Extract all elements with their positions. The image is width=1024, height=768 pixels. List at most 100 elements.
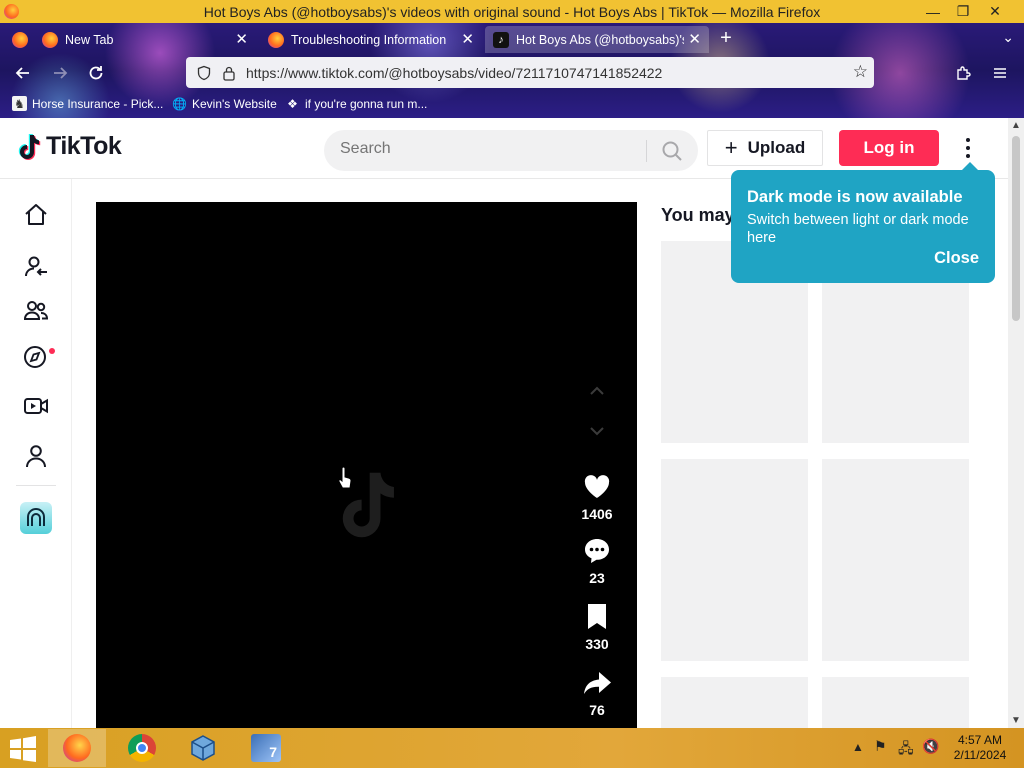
upload-label: Upload [747,138,806,157]
tray-chevron-up-icon[interactable]: ▲ [852,740,864,754]
popover-description: Switch between light or dark mode here [747,212,969,246]
hand-cursor-icon [338,466,352,489]
puzzle-icon [957,66,971,80]
bookmark-horse-insurance[interactable]: ♞ Horse Insurance - Pick... [12,96,163,111]
close-tab-icon[interactable]: ✕ [688,30,701,48]
profile-icon[interactable] [22,442,50,470]
upload-button[interactable]: + Upload [707,130,823,166]
scroll-down-icon[interactable]: ▼ [1011,715,1021,726]
taskbar-clock[interactable]: 4:57 AM 2/11/2024 [948,733,1012,763]
tray-network-icon[interactable]: 🖧 [898,738,914,762]
firefox-view-button[interactable] [4,26,32,53]
navigation-toolbar: https://www.tiktok.com/@hotboysabs/video… [0,55,1024,91]
taskbar-chrome[interactable] [113,729,171,767]
recommended-video-thumbnail[interactable] [822,459,969,661]
firefox-icon [42,31,58,48]
windows7-app-icon: 7 [251,734,281,762]
comment-count: 23 [589,570,605,586]
search-input[interactable] [340,140,640,158]
taskbar-firefox[interactable] [48,729,106,767]
app-menu-button[interactable] [986,59,1014,87]
window-titlebar: Hot Boys Abs (@hotboysabs)'s videos with… [0,0,1024,23]
address-bar[interactable]: https://www.tiktok.com/@hotboysabs/video… [186,57,874,88]
firefox-icon [12,31,28,48]
video-player[interactable]: 1406 23 330 76 [96,202,637,728]
page-scrollbar[interactable]: ▲ ▼ [1008,118,1024,728]
tab-tiktok[interactable]: ♪ Hot Boys Abs (@hotboysabs)'s ✕ [485,26,709,53]
reload-icon [89,66,103,80]
tab-label: Troubleshooting Information [291,32,447,47]
save-count: 330 [585,636,609,652]
share-arrow-icon [584,672,611,694]
taskbar-virtualbox[interactable] [174,729,232,767]
forward-arrow-icon [54,67,68,79]
recommendations-heading: You may [661,205,735,225]
like-action[interactable]: 1406 [574,472,620,522]
close-tab-icon[interactable]: ✕ [461,30,474,48]
list-all-tabs-icon[interactable]: ⌄ [1002,29,1014,46]
tray-volume-muted-icon[interactable]: 🔇 [922,738,939,755]
scrollbar-thumb[interactable] [1012,136,1020,321]
more-menu-icon[interactable] [958,134,978,162]
nav-divider [16,485,56,486]
friends-icon[interactable] [22,297,50,325]
popover-close-button[interactable]: Close [934,249,979,268]
url-text[interactable]: https://www.tiktok.com/@hotboysabs/video… [246,65,662,81]
tiktok-icon: ♪ [493,31,509,48]
lock-icon[interactable] [222,65,236,81]
reload-button[interactable] [82,59,110,87]
tab-label: New Tab [65,32,114,47]
comment-icon [585,539,609,563]
comment-action[interactable]: 23 [574,536,620,586]
hamburger-icon [994,68,1006,78]
app-shortcut-badge[interactable] [20,502,52,534]
new-tab-button[interactable]: + [716,27,736,50]
following-icon[interactable] [22,253,50,281]
extensions-button[interactable] [950,59,978,87]
taskbar-app-7[interactable]: 7 [237,729,295,767]
bookmark-run-m[interactable]: ❖ if you're gonna run m... [285,96,427,111]
chevron-down-icon[interactable] [586,424,608,438]
forward-button[interactable] [46,59,74,87]
bookmark-kevins-website[interactable]: 🌐 Kevin's Website [172,96,277,111]
tab-new-tab[interactable]: New Tab ✕ [34,26,256,53]
bookmark-label: if you're gonna run m... [305,96,428,111]
recommended-video-thumbnail[interactable] [661,677,808,728]
globe-icon: 🌐 [172,96,187,111]
save-action[interactable]: 330 [574,602,620,652]
close-window-button[interactable]: ✕ [978,0,1012,23]
share-count: 76 [589,702,605,718]
login-button[interactable]: Log in [839,130,939,166]
window-title: Hot Boys Abs (@hotboysabs)'s videos with… [203,3,821,20]
recommended-video-thumbnail[interactable] [822,677,969,728]
chevron-up-icon[interactable] [586,384,608,398]
page-icon: ❖ [287,96,298,111]
dark-mode-popover: Dark mode is now available Switch betwee… [731,162,995,283]
firefox-icon [63,734,91,762]
recommended-video-thumbnail[interactable] [661,459,808,661]
tab-troubleshooting[interactable]: Troubleshooting Information ✕ [260,26,482,53]
windows-taskbar: 7 ▲ ⚑ 🖧 🔇 4:57 AM 2/11/2024 [0,728,1024,768]
chrome-icon [128,734,156,762]
live-icon[interactable] [22,392,50,420]
back-button[interactable] [9,59,37,87]
search-divider [646,140,647,162]
bookmark-star-icon[interactable]: ☆ [853,62,868,82]
plus-icon: + [724,135,738,160]
desktop-screen: { "window": { "title": "Hot Boys Abs (@h… [0,0,1024,768]
windows-start-icon[interactable] [8,736,38,762]
heart-icon [584,475,610,498]
share-action[interactable]: 76 [574,668,620,718]
horse-icon: ♞ [12,96,27,111]
tiktok-logo[interactable]: TikTok [16,132,122,161]
home-icon[interactable] [22,201,50,229]
close-tab-icon[interactable]: ✕ [235,30,248,48]
minimize-button[interactable]: — [916,0,950,23]
tray-flag-icon[interactable]: ⚑ [874,738,887,755]
explore-icon[interactable] [22,343,50,371]
search-icon[interactable] [660,139,684,163]
restore-button[interactable]: ❐ [946,0,980,23]
firefox-icon [4,4,19,19]
shield-icon[interactable] [196,65,212,81]
scroll-up-icon[interactable]: ▲ [1011,120,1021,131]
